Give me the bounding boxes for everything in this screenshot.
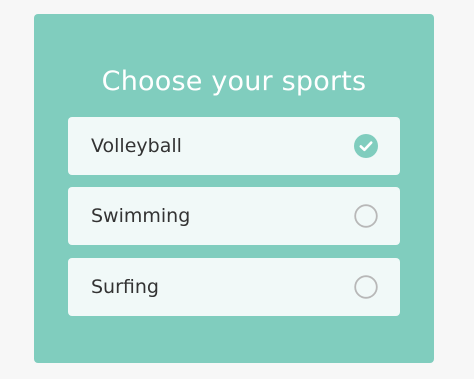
option-swimming[interactable]: Swimming [68,187,400,245]
sports-selection-card: Choose your sports Volleyball Swimming S… [34,14,434,363]
card-title: Choose your sports [101,66,367,97]
option-label: Swimming [91,205,191,227]
check-circle-icon [354,134,378,158]
option-label: Volleyball [91,135,182,157]
option-label: Surfing [91,276,159,298]
empty-circle-icon [354,275,378,299]
empty-circle-icon [354,204,378,228]
option-volleyball[interactable]: Volleyball [68,117,400,175]
option-surfing[interactable]: Surfing [68,258,400,316]
